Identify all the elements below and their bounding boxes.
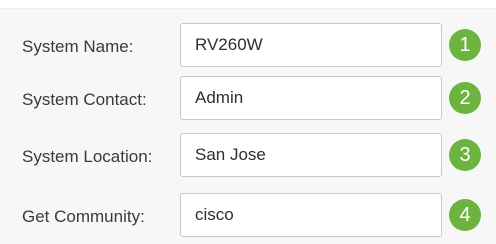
system-name-input[interactable] — [180, 23, 442, 67]
get-community-label: Get Community: — [22, 207, 145, 226]
step-3-badge: 3 — [449, 139, 481, 171]
system-contact-input[interactable] — [180, 76, 442, 120]
snmp-settings-form: System Name: 1 System Contact: 2 System … — [0, 8, 496, 244]
step-4-badge: 4 — [449, 199, 481, 231]
get-community-input[interactable] — [180, 193, 442, 237]
system-name-label: System Name: — [22, 37, 134, 56]
step-2-badge: 2 — [449, 82, 481, 114]
system-location-row: System Location: 3 — [0, 131, 496, 183]
system-location-input[interactable] — [180, 133, 442, 177]
system-name-row: System Name: 1 — [0, 21, 496, 73]
get-community-row: Get Community: 4 — [0, 191, 496, 243]
system-location-label: System Location: — [22, 147, 153, 166]
system-contact-row: System Contact: 2 — [0, 74, 496, 126]
system-contact-label: System Contact: — [22, 90, 147, 109]
step-1-badge: 1 — [449, 29, 481, 61]
